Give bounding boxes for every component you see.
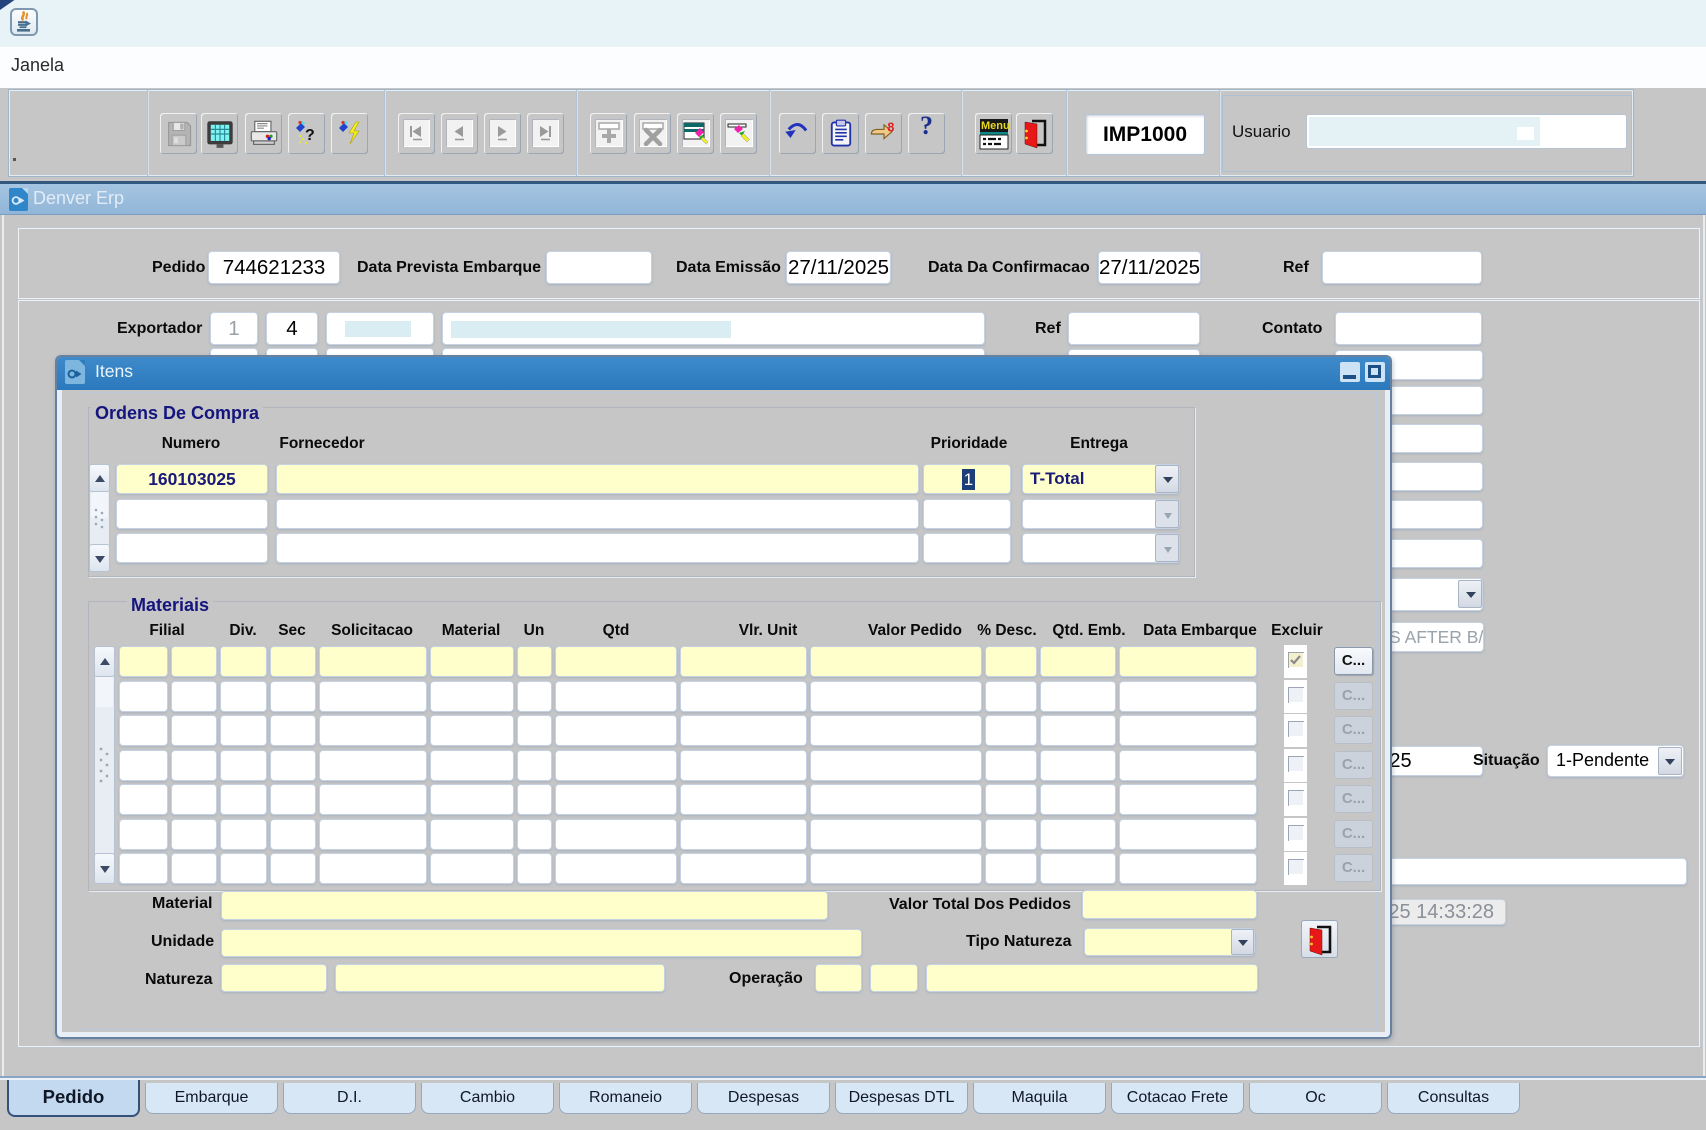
svg-text:Menu: Menu: [981, 120, 1009, 132]
svg-text:8: 8: [887, 120, 894, 134]
svg-text:?: ?: [305, 127, 315, 144]
